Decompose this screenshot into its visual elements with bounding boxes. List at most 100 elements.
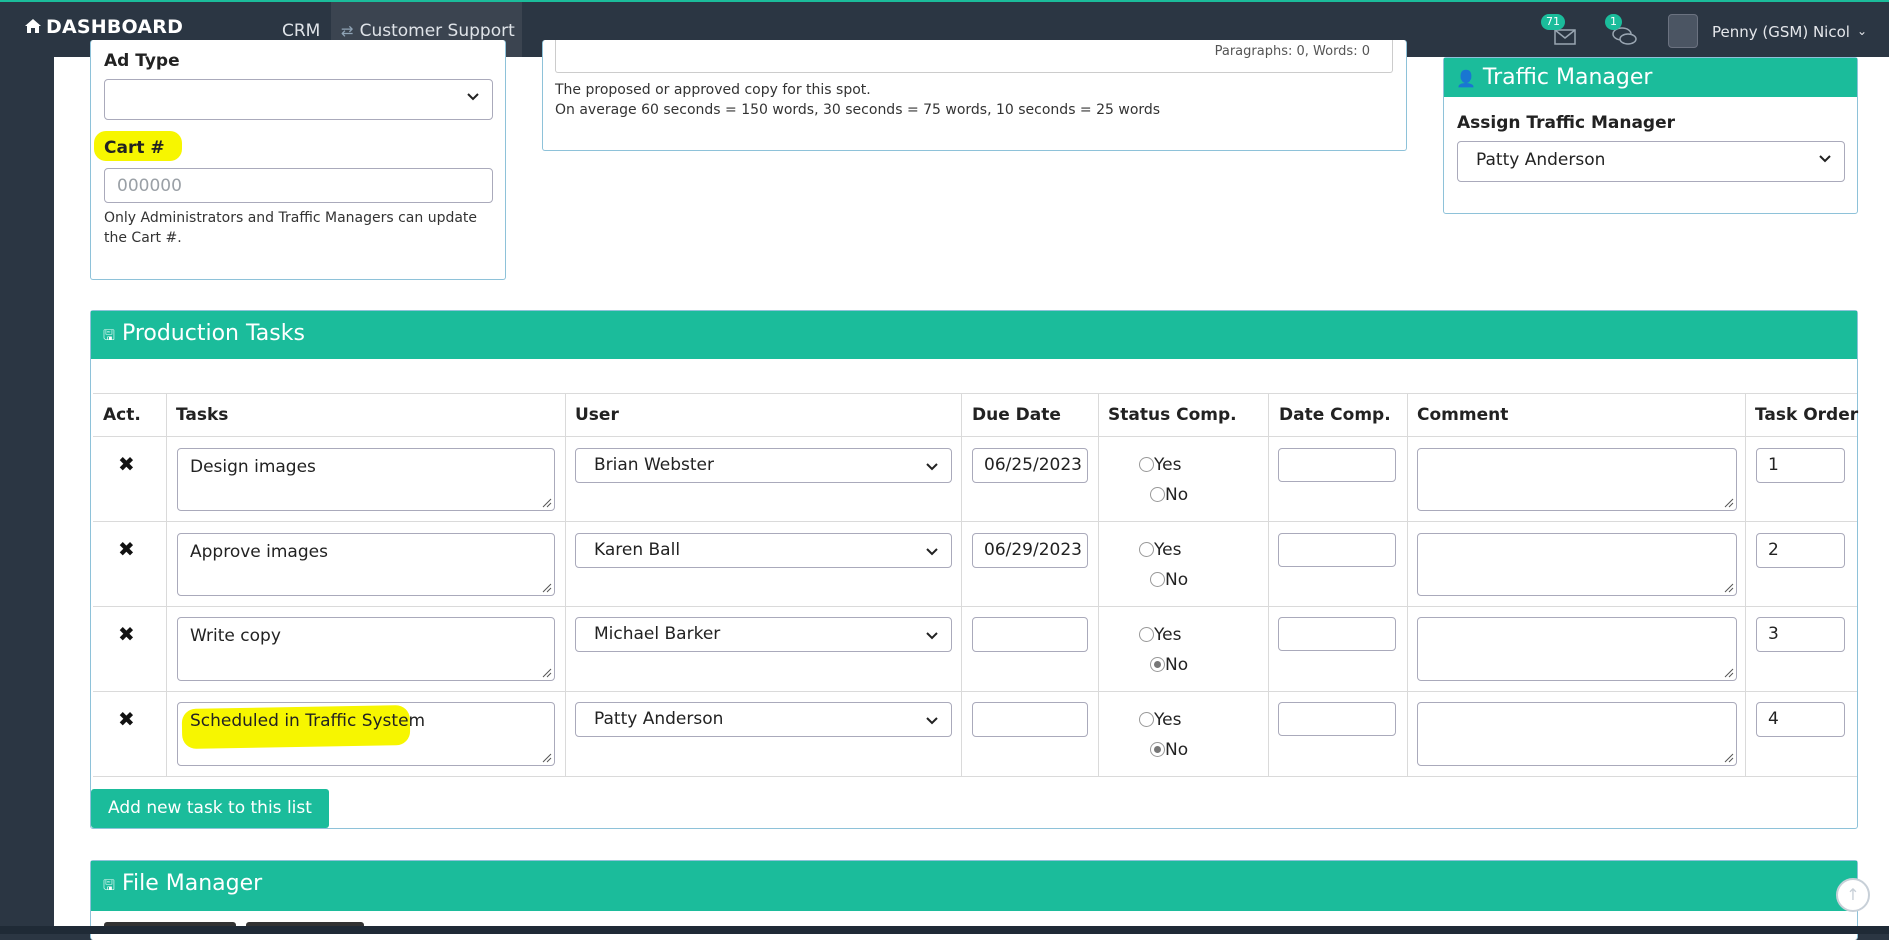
chevron-down-icon [926, 632, 938, 640]
resize-grip-icon [542, 498, 552, 508]
comment-input[interactable] [1417, 617, 1737, 681]
task-user-value: Brian Webster [594, 455, 715, 475]
chevron-down-icon [1819, 155, 1831, 163]
delete-task-icon[interactable]: ✖ [118, 622, 135, 646]
comment-input[interactable] [1417, 533, 1737, 596]
col-header-comment: Comment [1417, 405, 1509, 425]
chat-button[interactable]: 1 [1605, 14, 1637, 48]
traffic-manager-header: 👤 Traffic Manager [1444, 58, 1857, 97]
date-completed-input[interactable] [1278, 533, 1396, 567]
due-date-input[interactable] [972, 702, 1088, 737]
save-icon: 🖫 [103, 878, 115, 894]
task-user-select[interactable]: Karen Ball [575, 533, 952, 568]
status-no-option[interactable]: No [1150, 740, 1188, 760]
chat-count-badge: 1 [1605, 14, 1622, 30]
status-yes-option[interactable]: Yes [1139, 455, 1181, 475]
delete-task-icon[interactable]: ✖ [118, 537, 135, 561]
comment-input[interactable] [1417, 702, 1737, 766]
col-header-status: Status Comp. [1108, 405, 1237, 425]
status-no-label: No [1165, 655, 1189, 675]
assign-traffic-manager-label: Assign Traffic Manager [1457, 113, 1675, 133]
status-yes-label: Yes [1154, 710, 1182, 730]
delete-task-icon[interactable]: ✖ [118, 707, 135, 731]
table-rule [93, 436, 1857, 437]
comment-input[interactable] [1417, 448, 1737, 511]
task-name-text: Approve images [190, 542, 328, 562]
home-icon [25, 19, 41, 33]
status-no-option[interactable]: No [1150, 570, 1188, 590]
assign-traffic-manager-select[interactable]: Patty Anderson [1457, 141, 1845, 182]
status-yes-radio[interactable] [1139, 712, 1154, 727]
task-name-text: Scheduled in Traffic System [190, 711, 426, 731]
brand-label: DASHBOARD [46, 16, 184, 38]
cart-number-input[interactable]: 000000 [104, 168, 493, 203]
status-yes-label: Yes [1154, 455, 1182, 475]
task-name-input[interactable]: Design images [177, 448, 555, 511]
delete-task-icon[interactable]: ✖ [118, 452, 135, 476]
add-task-button[interactable]: Add new task to this list [91, 789, 329, 828]
resize-grip-icon [1724, 753, 1734, 763]
status-yes-radio[interactable] [1139, 627, 1154, 642]
status-no-radio[interactable] [1150, 657, 1165, 672]
col-header-tasks: Tasks [176, 405, 229, 425]
task-order-input[interactable]: 2 [1756, 533, 1845, 568]
status-yes-option[interactable]: Yes [1139, 540, 1181, 560]
chevron-down-icon [467, 93, 479, 101]
status-no-option[interactable]: No [1150, 485, 1188, 505]
task-order-input[interactable]: 3 [1756, 617, 1845, 652]
dashboard-link[interactable]: DASHBOARD [24, 16, 183, 38]
status-no-label: No [1165, 485, 1189, 505]
status-no-radio[interactable] [1150, 742, 1165, 757]
task-order-input[interactable]: 1 [1756, 448, 1845, 483]
date-completed-input[interactable] [1278, 448, 1396, 482]
status-yes-option[interactable]: Yes [1139, 625, 1181, 645]
due-date-input[interactable]: 06/25/2023 [972, 448, 1088, 483]
due-date-input[interactable]: 06/29/2023 [972, 533, 1088, 568]
status-yes-label: Yes [1154, 540, 1182, 560]
resize-grip-icon [542, 668, 552, 678]
task-user-select[interactable]: Michael Barker [575, 617, 952, 652]
col-header-act: Act. [103, 405, 141, 425]
chevron-down-icon [926, 548, 938, 556]
table-rule [1745, 393, 1746, 776]
table-rule [93, 521, 1857, 522]
task-user-select[interactable]: Brian Webster [575, 448, 952, 483]
table-rule [93, 393, 1857, 394]
col-header-task-order: Task Order [1755, 405, 1859, 425]
status-no-radio[interactable] [1150, 487, 1165, 502]
ad-type-select[interactable] [104, 79, 493, 120]
status-yes-radio[interactable] [1139, 457, 1154, 472]
messages-button[interactable]: 71 [1541, 14, 1577, 48]
sidebar-strip [0, 57, 54, 934]
chevron-down-icon: ⌄ [1857, 24, 1868, 38]
table-rule [565, 393, 566, 776]
task-name-input[interactable]: Approve images [177, 533, 555, 596]
status-no-label: No [1165, 570, 1189, 590]
status-no-option[interactable]: No [1150, 655, 1188, 675]
task-name-input[interactable]: Scheduled in Traffic System [177, 702, 555, 766]
task-order-input[interactable]: 4 [1756, 702, 1845, 737]
status-no-radio[interactable] [1150, 572, 1165, 587]
production-tasks-title: Production Tasks [121, 321, 305, 346]
table-rule [1268, 393, 1269, 776]
status-yes-radio[interactable] [1139, 542, 1154, 557]
task-name-input[interactable]: Write copy [177, 617, 555, 681]
word-counter: Paragraphs: 0, Words: 0 [1214, 44, 1370, 59]
table-rule [93, 691, 1857, 692]
task-user-value: Karen Ball [594, 540, 681, 560]
col-header-date-comp: Date Comp. [1279, 405, 1391, 425]
date-completed-input[interactable] [1278, 702, 1396, 736]
cart-note: Only Administrators and Traffic Managers… [104, 210, 478, 246]
resize-grip-icon [1724, 583, 1734, 593]
nav-crm[interactable]: CRM [282, 21, 320, 41]
col-header-user: User [575, 405, 619, 425]
table-rule [93, 606, 1857, 607]
bottom-bar [0, 926, 1889, 934]
table-rule [1407, 393, 1408, 776]
copy-editor-bottom[interactable]: Paragraphs: 0, Words: 0 [555, 40, 1393, 73]
scroll-to-top-button[interactable]: ↑ [1836, 878, 1870, 912]
task-user-select[interactable]: Patty Anderson [575, 702, 952, 737]
date-completed-input[interactable] [1278, 617, 1396, 651]
status-yes-option[interactable]: Yes [1139, 710, 1181, 730]
due-date-input[interactable] [972, 617, 1088, 652]
